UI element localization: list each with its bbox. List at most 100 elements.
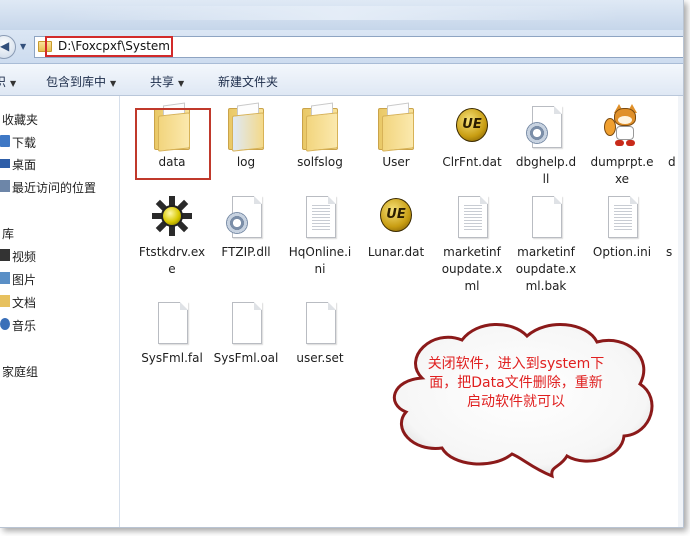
sidebar-item-label: 库 bbox=[2, 227, 15, 241]
file-item-dbghelp[interactable]: dbghelp.d ll bbox=[508, 104, 584, 188]
sidebar-item-label: 文档 bbox=[12, 296, 37, 310]
callout-line-2: 面，把Data文件删除，重新 bbox=[429, 375, 603, 391]
file-item-lunar[interactable]: UE Lunar.dat bbox=[358, 194, 434, 261]
sidebar-item-label: 音乐 bbox=[12, 319, 37, 333]
file-label: SysFml.oal bbox=[213, 351, 279, 365]
file-label: dumprpt.e bbox=[590, 155, 654, 169]
file-item-marketinfoupdate-xml[interactable]: marketinf oupdate.x ml bbox=[434, 194, 510, 295]
file-item-log[interactable]: log bbox=[208, 102, 284, 171]
gear-doc-icon bbox=[522, 104, 570, 152]
sidebar-item-label: 下载 bbox=[12, 136, 37, 150]
sidebar-item-label: 图片 bbox=[12, 273, 37, 287]
share-menu[interactable]: 共享 ▼ bbox=[150, 73, 184, 90]
sidebar-item-favorites[interactable]: 收藏夹 bbox=[0, 108, 120, 128]
sidebar-item-label: 收藏夹 bbox=[2, 113, 39, 127]
file-item-user-set[interactable]: user.set bbox=[282, 300, 358, 367]
file-label: Ftstkdrv.ex bbox=[138, 245, 206, 259]
desktop-icon bbox=[0, 159, 10, 168]
file-label: user.set bbox=[296, 351, 344, 365]
file-item-solfslog[interactable]: solfslog bbox=[282, 102, 358, 171]
file-item-ftzip[interactable]: FTZIP.dll bbox=[208, 194, 284, 261]
organize-label: 织 bbox=[0, 75, 6, 89]
file-item-ftstkdrv[interactable]: Ftstkdrv.ex e bbox=[134, 194, 210, 278]
sidebar-item-recent-places[interactable]: 最近访问的位置 bbox=[0, 176, 120, 196]
ue-icon: UE bbox=[448, 104, 496, 152]
chevron-down-icon: ▼ bbox=[10, 79, 17, 88]
file-icon bbox=[658, 194, 682, 242]
sidebar-item-videos[interactable]: 视频 bbox=[0, 245, 120, 265]
gear-doc-icon bbox=[222, 194, 270, 242]
file-label: marketinf bbox=[517, 245, 575, 259]
file-label: FTZIP.dll bbox=[221, 245, 271, 259]
file-label: ml bbox=[464, 279, 480, 293]
sidebar-item-label: 桌面 bbox=[12, 158, 37, 172]
data-folder-annotation-box bbox=[135, 108, 211, 180]
address-annotation-box bbox=[45, 36, 173, 57]
file-label: s bbox=[666, 245, 673, 259]
file-item-clipped-s[interactable]: s bbox=[658, 194, 682, 261]
file-label: User bbox=[382, 155, 410, 169]
file-label: log bbox=[236, 155, 256, 169]
file-label: xe bbox=[614, 172, 630, 186]
recent-places-icon bbox=[0, 180, 10, 192]
file-label: ml.bak bbox=[525, 279, 567, 293]
callout-line-1: 关闭软件，进入到system下 bbox=[427, 356, 605, 372]
file-item-clipped-d[interactable]: d bbox=[658, 104, 682, 171]
file-label: oupdate.x bbox=[441, 262, 503, 276]
sidebar-item-desktop[interactable]: 桌面 bbox=[0, 153, 120, 173]
file-item-sysfml-fal[interactable]: SysFml.fal bbox=[134, 300, 210, 367]
file-item-user[interactable]: User bbox=[358, 102, 434, 171]
file-label: SysFml.fal bbox=[141, 351, 203, 365]
doc-icon bbox=[296, 300, 344, 348]
sidebar-item-downloads[interactable]: 下载 bbox=[0, 131, 120, 151]
doc-icon bbox=[522, 194, 570, 242]
file-item-hqonline[interactable]: HqOnline.i ni bbox=[282, 194, 358, 278]
videos-icon bbox=[0, 249, 10, 261]
sidebar-item-label: 家庭组 bbox=[2, 365, 39, 379]
file-label: Lunar.dat bbox=[367, 245, 425, 259]
back-arrow-icon: ◀ bbox=[0, 39, 10, 53]
ue-icon: UE bbox=[372, 194, 420, 242]
sidebar-item-libraries[interactable]: 库 bbox=[0, 222, 120, 242]
organize-menu[interactable]: 织▼ bbox=[0, 73, 16, 90]
file-label: dbghelp.d bbox=[515, 155, 577, 169]
back-button[interactable]: ◀ bbox=[0, 35, 16, 59]
text-doc-icon bbox=[296, 194, 344, 242]
new-folder-label: 新建文件夹 bbox=[218, 75, 279, 89]
sidebar-item-music[interactable]: 音乐 bbox=[0, 314, 120, 334]
file-item-option[interactable]: Option.ini bbox=[584, 194, 660, 261]
navigation-pane: 收藏夹 下载 桌面 最近访问的位置 库 视频 图片 文档 音乐 家庭组 bbox=[0, 96, 120, 527]
chevron-down-icon: ▼ bbox=[178, 79, 185, 88]
new-folder-button[interactable]: 新建文件夹 bbox=[218, 73, 278, 90]
file-item-clrfnt[interactable]: UE ClrFnt.dat bbox=[434, 104, 510, 171]
command-bar: 织▼ 包含到库中▼ 共享▼ 新建文件夹 bbox=[0, 64, 683, 96]
pictures-icon bbox=[0, 272, 10, 284]
file-label: ll bbox=[542, 172, 550, 186]
folder-icon bbox=[372, 102, 420, 152]
sidebar-item-documents[interactable]: 文档 bbox=[0, 291, 120, 311]
text-doc-icon bbox=[598, 194, 646, 242]
documents-icon bbox=[0, 295, 10, 307]
file-icon bbox=[658, 104, 682, 152]
file-label: marketinf bbox=[443, 245, 501, 259]
file-label: Option.ini bbox=[592, 245, 652, 259]
share-label: 共享 bbox=[150, 75, 175, 89]
sun-icon bbox=[148, 194, 196, 242]
file-label: e bbox=[168, 262, 176, 276]
sidebar-item-homegroup[interactable]: 家庭组 bbox=[0, 360, 120, 380]
file-item-marketinfoupdate-bak[interactable]: marketinf oupdate.x ml.bak bbox=[508, 194, 584, 295]
folder-icon bbox=[296, 102, 344, 152]
history-dropdown-icon[interactable]: ▼ bbox=[20, 42, 26, 51]
sidebar-item-pictures[interactable]: 图片 bbox=[0, 268, 120, 288]
file-label: HqOnline.i bbox=[288, 245, 352, 259]
callout-text: 关闭软件，进入到system下 面，把Data文件删除，重新 启动软件就可以 bbox=[412, 355, 620, 412]
file-label: ClrFnt.dat bbox=[442, 155, 502, 169]
include-in-library-label: 包含到库中 bbox=[46, 75, 107, 89]
file-item-dumprpt[interactable]: dumprpt.e xe bbox=[584, 104, 660, 188]
doc-icon bbox=[222, 300, 270, 348]
include-in-library-menu[interactable]: 包含到库中 ▼ bbox=[46, 73, 116, 90]
downloads-icon bbox=[0, 135, 10, 147]
file-item-sysfml-oal[interactable]: SysFml.oal bbox=[208, 300, 284, 367]
file-label: solfslog bbox=[297, 155, 343, 169]
callout-line-3: 启动软件就可以 bbox=[467, 394, 565, 410]
